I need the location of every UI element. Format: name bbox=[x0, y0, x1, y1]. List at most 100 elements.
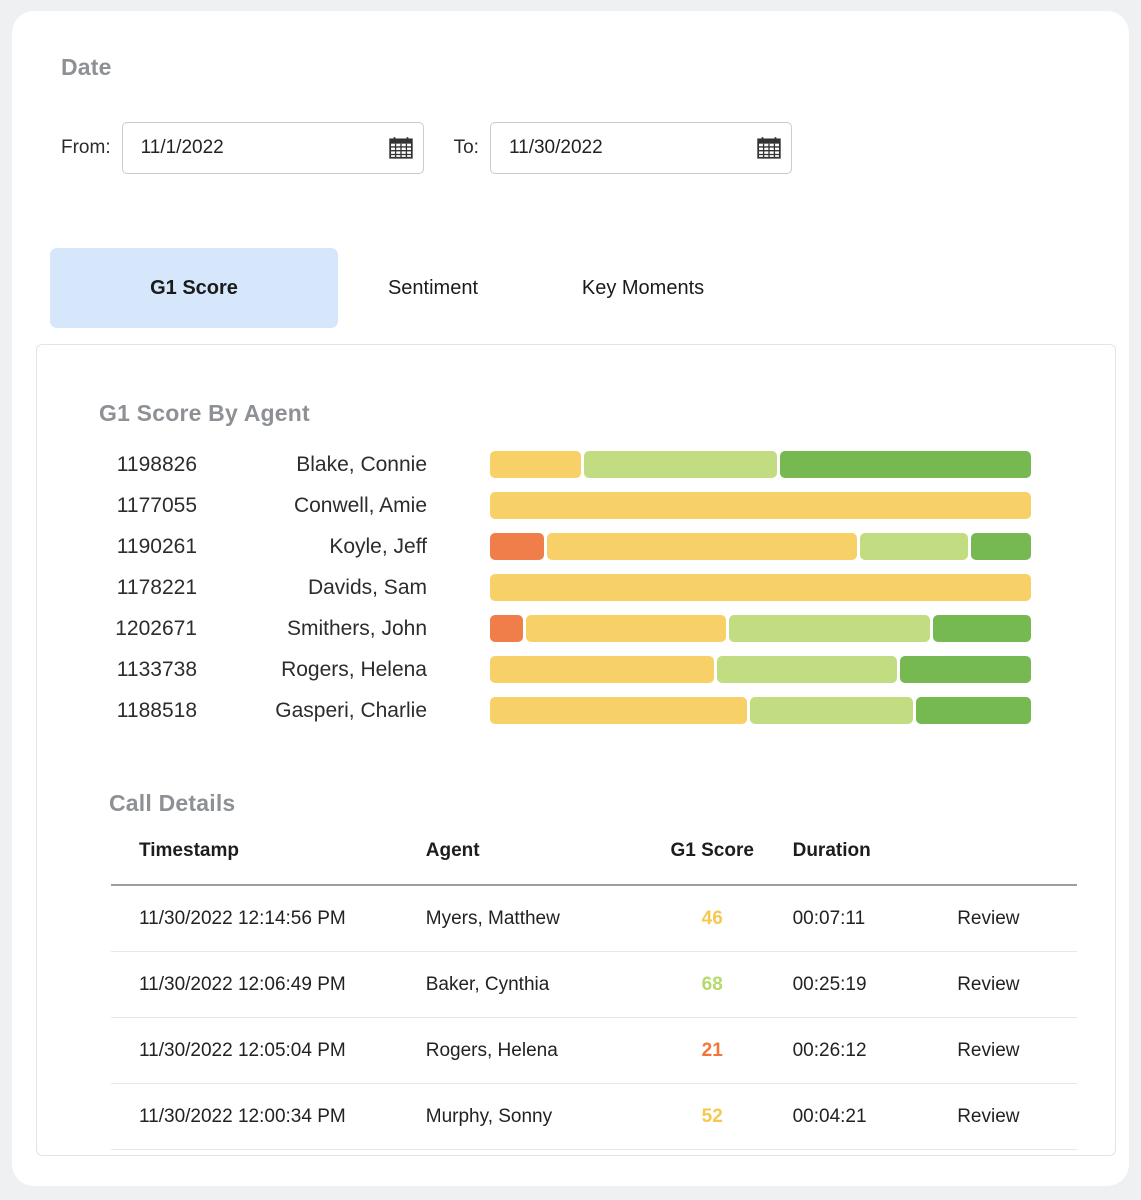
agent-score-bar bbox=[490, 615, 1031, 642]
agent-id: 1133738 bbox=[116, 657, 197, 681]
agent-name: Koyle, Jeff bbox=[329, 534, 427, 558]
cell-timestamp: 11/30/2022 12:14:56 PM bbox=[111, 885, 426, 952]
score-bar-segment bbox=[933, 615, 1031, 642]
agent-score-bar bbox=[490, 492, 1031, 519]
column-header-timestamp: Timestamp bbox=[139, 840, 239, 861]
score-bar-segment bbox=[583, 451, 777, 478]
score-bar-segment bbox=[971, 533, 1031, 560]
score-bar-segment bbox=[490, 697, 747, 724]
table-header-row: Timestamp Agent G1 Score Duration bbox=[111, 840, 1077, 885]
cell-timestamp: 11/30/2022 12:06:49 PM bbox=[111, 951, 426, 1018]
cell-timestamp: 11/30/2022 12:05:04 PM bbox=[111, 1017, 426, 1084]
agent-id: 1188518 bbox=[116, 698, 197, 722]
score-bar-segment bbox=[490, 492, 1031, 519]
column-header-duration: Duration bbox=[792, 840, 871, 861]
agent-score-row: 1177055 Conwell, Amie bbox=[37, 485, 1115, 526]
agent-score-bar bbox=[490, 656, 1031, 683]
agent-score-row: 1202671 Smithers, John bbox=[37, 608, 1115, 649]
calendar-icon[interactable] bbox=[756, 135, 782, 161]
cell-duration: 00:07:11 bbox=[792, 885, 958, 952]
review-link[interactable]: Review bbox=[957, 1083, 1077, 1150]
agent-name: Davids, Sam bbox=[307, 575, 427, 599]
agent-name: Conwell, Amie bbox=[293, 493, 427, 517]
cell-agent-link[interactable]: Murphy, Sonny bbox=[425, 1083, 632, 1150]
cell-g1-score: 52 bbox=[631, 1083, 793, 1150]
agent-id: 1190261 bbox=[116, 534, 197, 558]
table-row: 11/30/2022 12:05:04 PM Rogers, Helena 21 00… bbox=[111, 1017, 1077, 1084]
view-tabs: G1 Score Sentiment Key Moments bbox=[50, 248, 758, 328]
app-card: Date From: To: bbox=[12, 11, 1129, 1186]
from-label: From: bbox=[61, 137, 111, 158]
agent-score-row: 1133738 Rogers, Helena bbox=[37, 649, 1115, 690]
score-bar-segment bbox=[490, 574, 1031, 601]
score-bar-segment bbox=[779, 451, 1031, 478]
agent-score-chart: 1198826 Blake, Connie 1177055 Conwell, Amie… bbox=[37, 444, 1115, 731]
agent-id: 1198826 bbox=[116, 452, 197, 476]
score-bar-segment bbox=[716, 656, 897, 683]
review-link[interactable]: Review bbox=[957, 1017, 1077, 1084]
score-bar-segment bbox=[899, 656, 1031, 683]
table-row: 11/30/2022 12:14:56 PM Myers, Matthew 46 00… bbox=[111, 885, 1077, 952]
column-header-agent: Agent bbox=[425, 840, 480, 861]
calendar-icon[interactable] bbox=[388, 135, 414, 161]
cell-agent-link[interactable]: Baker, Cynthia bbox=[425, 951, 632, 1018]
results-panel: G1 Score By Agent 1198826 Blake, Connie 11… bbox=[36, 344, 1116, 1156]
call-details-title: Call Details bbox=[109, 790, 236, 816]
score-bar-segment bbox=[490, 451, 581, 478]
tab-sentiment[interactable]: Sentiment bbox=[338, 248, 528, 328]
g1-score-by-agent-title: G1 Score By Agent bbox=[99, 400, 310, 426]
from-date-input[interactable] bbox=[122, 136, 388, 160]
tab-g1-score[interactable]: G1 Score bbox=[50, 248, 338, 328]
date-filter-panel: Date From: To: bbox=[39, 22, 1117, 347]
review-link[interactable]: Review bbox=[957, 885, 1077, 952]
table-row: 11/30/2022 12:00:34 PM Murphy, Sonny 52 00:… bbox=[111, 1083, 1077, 1150]
tab-key-moments[interactable]: Key Moments bbox=[528, 248, 758, 328]
column-header-g1-score: G1 Score bbox=[670, 840, 754, 861]
agent-score-row: 1178221 Davids, Sam bbox=[37, 567, 1115, 608]
to-label: To: bbox=[453, 137, 479, 158]
cell-duration: 00:25:19 bbox=[792, 951, 958, 1018]
agent-id: 1177055 bbox=[116, 493, 197, 517]
agent-score-row: 1188518 Gasperi, Charlie bbox=[37, 690, 1115, 731]
from-date-field[interactable] bbox=[121, 122, 424, 174]
agent-score-row: 1190261 Koyle, Jeff bbox=[37, 526, 1115, 567]
agent-id: 1178221 bbox=[116, 575, 197, 599]
cell-g1-score: 68 bbox=[631, 951, 793, 1018]
score-bar-segment bbox=[525, 615, 727, 642]
score-bar-segment bbox=[749, 697, 914, 724]
agent-score-bar bbox=[490, 533, 1031, 560]
score-bar-segment bbox=[490, 656, 714, 683]
agent-score-bar bbox=[490, 697, 1031, 724]
agent-name: Smithers, John bbox=[286, 616, 427, 640]
agent-score-row: 1198826 Blake, Connie bbox=[37, 444, 1115, 485]
cell-g1-score: 46 bbox=[631, 885, 793, 952]
score-bar-segment bbox=[490, 615, 523, 642]
score-bar-segment bbox=[547, 533, 857, 560]
cell-g1-score: 21 bbox=[631, 1017, 793, 1084]
call-details-table: Timestamp Agent G1 Score Duration 11/30/… bbox=[111, 840, 1077, 1150]
agent-name: Gasperi, Charlie bbox=[275, 698, 427, 722]
table-header: Timestamp Agent G1 Score Duration bbox=[111, 840, 1077, 885]
agent-name: Rogers, Helena bbox=[281, 657, 427, 681]
review-link[interactable]: Review bbox=[957, 951, 1077, 1018]
date-range-row: From: To: bbox=[61, 122, 792, 174]
table-body: 11/30/2022 12:14:56 PM Myers, Matthew 46 00… bbox=[111, 885, 1077, 1150]
cell-agent-link[interactable]: Rogers, Helena bbox=[425, 1017, 632, 1084]
score-bar-segment bbox=[859, 533, 969, 560]
column-header-action bbox=[957, 840, 1077, 885]
to-date-field[interactable] bbox=[489, 122, 792, 174]
date-section-title: Date bbox=[61, 54, 112, 80]
to-date-input[interactable] bbox=[490, 136, 756, 160]
cell-agent-link[interactable]: Myers, Matthew bbox=[425, 885, 632, 952]
agent-name: Blake, Connie bbox=[296, 452, 427, 476]
agent-id: 1202671 bbox=[115, 616, 197, 640]
agent-score-bar bbox=[490, 451, 1031, 478]
score-bar-segment bbox=[916, 697, 1031, 724]
score-bar-segment bbox=[729, 615, 931, 642]
agent-score-bar bbox=[490, 574, 1031, 601]
score-bar-segment bbox=[490, 533, 545, 560]
cell-duration: 00:04:21 bbox=[792, 1083, 958, 1150]
cell-timestamp: 11/30/2022 12:00:34 PM bbox=[111, 1083, 426, 1150]
cell-duration: 00:26:12 bbox=[792, 1017, 958, 1084]
table-row: 11/30/2022 12:06:49 PM Baker, Cynthia 68 00… bbox=[111, 951, 1077, 1018]
